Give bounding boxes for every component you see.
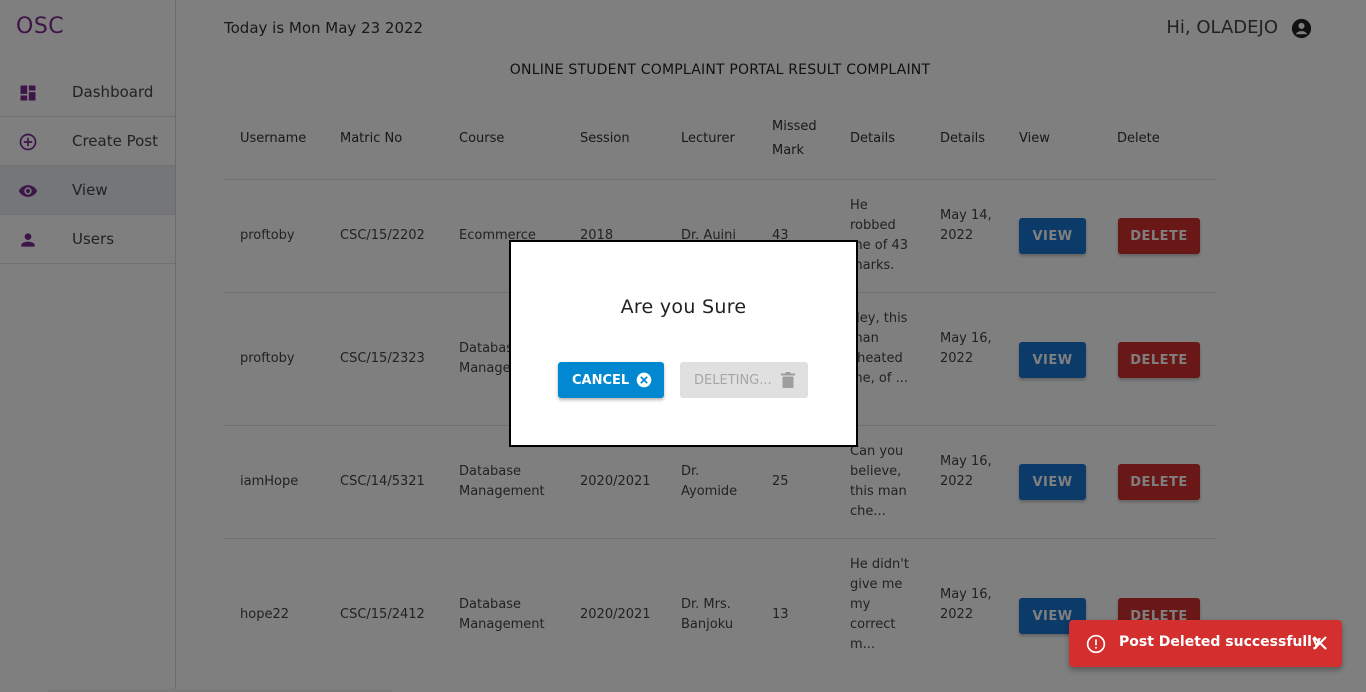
error-outline-icon: [1086, 634, 1106, 654]
success-toast: Post Deleted successfully: [1069, 620, 1342, 667]
cancel-circle-icon: [636, 372, 652, 388]
confirm-delete-dialog: Are you Sure CANCEL DELETING...: [509, 240, 858, 447]
dialog-title: Are you Sure: [620, 296, 747, 318]
deleting-button: DELETING...: [680, 362, 808, 398]
deleting-label: DELETING...: [694, 372, 772, 388]
cancel-button[interactable]: CANCEL: [558, 362, 664, 398]
trash-icon: [781, 372, 795, 388]
close-icon[interactable]: [1313, 636, 1327, 650]
cancel-label: CANCEL: [572, 372, 630, 388]
toast-message: Post Deleted successfully: [1119, 634, 1322, 650]
